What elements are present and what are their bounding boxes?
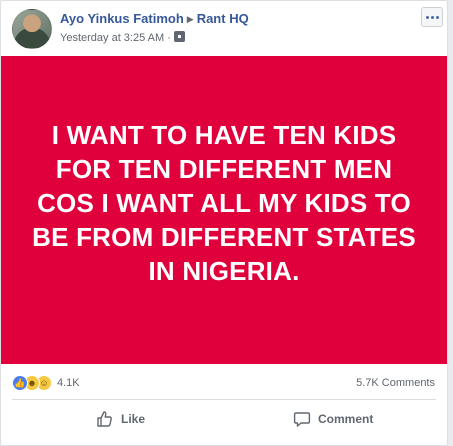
comments-count[interactable]: 5.7K Comments [356, 377, 435, 389]
more-options-button[interactable] [421, 7, 443, 27]
author-name[interactable]: Ayo Yinkus Fatimoh [60, 11, 184, 26]
post-title-line: Ayo Yinkus Fatimoh ▶ Rant HQ [60, 11, 249, 26]
post-content: I WANT TO HAVE TEN KIDS FOR TEN DIFFEREN… [1, 56, 447, 364]
divider [12, 399, 436, 400]
group-name[interactable]: Rant HQ [197, 11, 249, 26]
post-actions: Like Comment [1, 401, 447, 437]
comment-icon [293, 412, 311, 427]
post-text: I WANT TO HAVE TEN KIDS FOR TEN DIFFEREN… [32, 120, 416, 286]
post-timestamp[interactable]: Yesterday at 3:25 AM [60, 32, 164, 44]
thumbs-up-icon [97, 411, 112, 427]
post-header: Ayo Yinkus Fatimoh ▶ Rant HQ Yesterday at … [1, 1, 447, 55]
reactions-bar: 👍 ☻ ☺ 4.1K 5.7K Comments [1, 371, 447, 395]
dot-icon [425, 15, 429, 19]
like-label: Like [121, 412, 146, 426]
author-avatar[interactable] [12, 9, 52, 49]
arrow-right-icon: ▶ [186, 14, 194, 24]
comment-button[interactable]: Comment [293, 405, 373, 433]
reaction-count[interactable]: 4.1K [57, 377, 80, 389]
like-reaction-icon: 👍 [12, 375, 28, 391]
meta-separator: · [167, 32, 171, 44]
post-meta: Yesterday at 3:25 AM · [60, 31, 185, 44]
group-privacy-icon [173, 31, 185, 42]
like-button[interactable]: Like [96, 405, 145, 433]
comment-label: Comment [318, 412, 374, 426]
post-card: Ayo Yinkus Fatimoh ▶ Rant HQ Yesterday at … [0, 0, 448, 446]
dot-icon [435, 15, 439, 19]
dot-icon [430, 15, 434, 19]
